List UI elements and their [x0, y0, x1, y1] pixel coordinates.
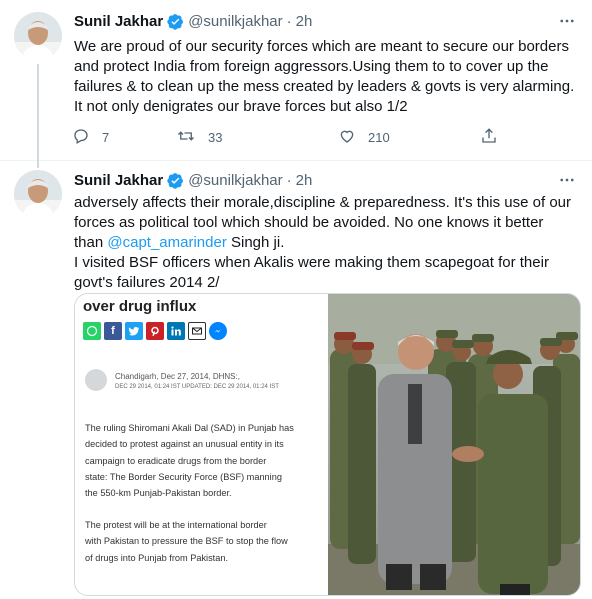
clipping-line: state: The Border Security Force (BSF) m…: [85, 471, 282, 482]
reporter-avatar: [85, 369, 107, 391]
reply-button[interactable]: 7: [72, 127, 109, 147]
clipping-line: decided to protest against an unusual en…: [85, 439, 284, 450]
tweet-text-line: forces as political tool which should be…: [74, 214, 544, 231]
linkedin-icon: [167, 322, 185, 340]
twitter-icon: [125, 322, 143, 340]
timestamp[interactable]: 2h: [296, 13, 313, 30]
verified-badge-icon: [167, 13, 184, 30]
like-button[interactable]: 210: [338, 127, 390, 147]
clipping-line: of drugs into Punjab from Pakistan.: [85, 552, 228, 563]
text-fragment: Singh ji.: [226, 234, 285, 251]
bsf-officers-photo[interactable]: [328, 294, 580, 595]
tweet-text-line: It not only denigrates our brave forces …: [74, 98, 408, 115]
clipping-paragraph-2: The protest will be at the international…: [85, 517, 320, 566]
clipping-byline: Chandigarh, Dec 27, 2014, DHNS:,: [115, 372, 240, 381]
tweet-2[interactable]: Sunil Jakhar @sunilkjakhar · 2h adversel…: [0, 160, 592, 599]
more-icon[interactable]: [556, 170, 578, 190]
retweet-icon: [176, 127, 196, 148]
like-icon: [338, 127, 356, 148]
clipping-headline: over drug influx: [83, 298, 197, 315]
avatar[interactable]: [14, 170, 62, 218]
share-icon: [480, 127, 498, 148]
author-name[interactable]: Sunil Jakhar: [74, 172, 163, 189]
retweet-button[interactable]: 33: [176, 127, 222, 147]
tweet-text-line: govt's failures 2014 2/: [74, 274, 220, 291]
share-buttons: f: [83, 322, 227, 340]
tweet-text: We are proud of our security forces whic…: [74, 37, 584, 117]
tweet-text-line: and protect India from foreign aggressor…: [74, 58, 549, 75]
author-handle[interactable]: @sunilkjakhar: [188, 13, 282, 30]
clipping-paragraph-1: The ruling Shiromani Akali Dal (SAD) in …: [85, 420, 320, 501]
email-icon: [188, 322, 206, 340]
clipping-line: with Pakistan to pressure the BSF to sto…: [85, 536, 288, 547]
retweet-count: 33: [208, 129, 223, 145]
reply-count: 7: [102, 129, 110, 145]
tweet-text: adversely affects their morale,disciplin…: [74, 193, 584, 293]
tweet-text-line-with-mention: than @capt_amarinder Singh ji.: [74, 233, 584, 253]
thread-line: [37, 64, 39, 168]
tweet-media[interactable]: over drug influx f Chandigarh, Dec 27, 2…: [74, 293, 581, 596]
tweet-text-line: We are proud of our security forces whic…: [74, 38, 569, 55]
text-fragment: than: [74, 234, 108, 251]
author-name[interactable]: Sunil Jakhar: [74, 13, 163, 30]
tweet-text-line: adversely affects their morale,disciplin…: [74, 194, 571, 211]
tweet-1[interactable]: Sunil Jakhar @sunilkjakhar · 2h We are p…: [0, 0, 592, 168]
news-clipping-image[interactable]: over drug influx f Chandigarh, Dec 27, 2…: [75, 294, 326, 595]
clipping-line: campaign to eradicate drugs from the bor…: [85, 455, 267, 466]
tweet-text-line: I visited BSF officers when Akalis were …: [74, 254, 549, 271]
clipping-line: The ruling Shiromani Akali Dal (SAD) in …: [85, 423, 294, 433]
tweet-header: Sunil Jakhar @sunilkjakhar · 2h: [74, 170, 578, 190]
clipping-dateline: DEC 29 2014, 01:24 IST UPDATED: DEC 29 2…: [115, 384, 279, 390]
like-count: 210: [368, 129, 390, 145]
clipping-line: The protest will be at the international…: [85, 520, 267, 530]
more-icon[interactable]: [556, 11, 578, 31]
share-button[interactable]: [480, 127, 498, 147]
separator-dot: ·: [286, 12, 292, 30]
author-handle[interactable]: @sunilkjakhar: [188, 172, 282, 189]
timestamp[interactable]: 2h: [296, 172, 313, 189]
reply-icon: [72, 127, 90, 148]
separator-dot: ·: [286, 171, 292, 189]
tweet-text-line: failures & to clean up the mess created …: [74, 78, 575, 95]
tweet-header: Sunil Jakhar @sunilkjakhar · 2h: [74, 11, 578, 31]
mention-link[interactable]: @capt_amarinder: [107, 234, 226, 251]
tweet-actions: 7 33 210: [72, 127, 512, 147]
whatsapp-icon: [83, 322, 101, 340]
clipping-line: the 550-km Punjab-Pakistan border.: [85, 488, 232, 499]
messenger-icon: [209, 322, 227, 340]
pinterest-icon: [146, 322, 164, 340]
facebook-icon: f: [104, 322, 122, 340]
avatar[interactable]: [14, 12, 62, 60]
verified-badge-icon: [167, 172, 184, 189]
